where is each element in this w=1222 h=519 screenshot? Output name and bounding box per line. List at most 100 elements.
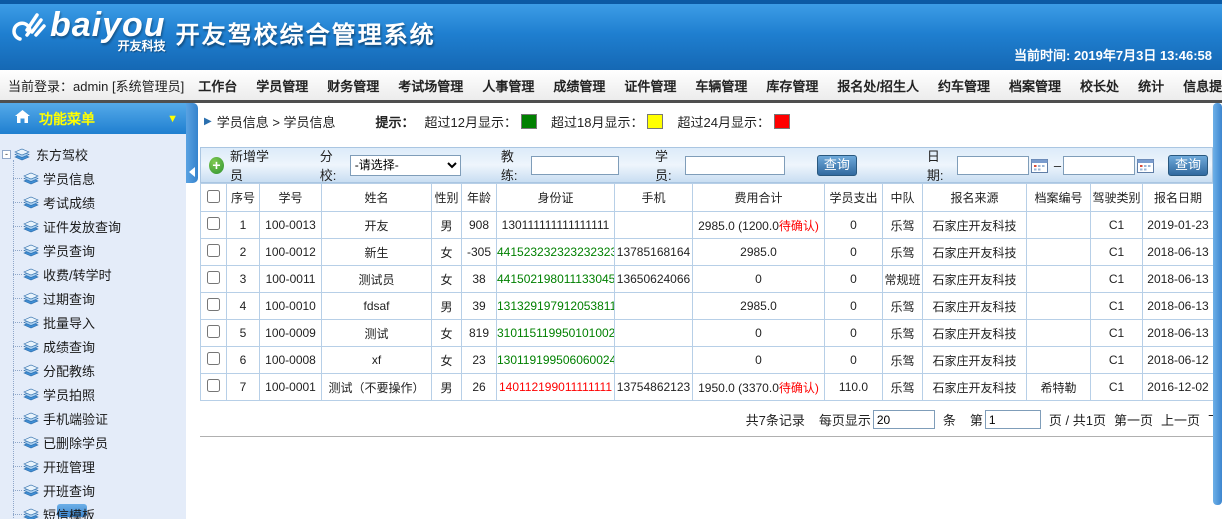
add-student-button[interactable]: 新增学员 — [230, 146, 276, 184]
menu-item[interactable]: 考试场管理 — [398, 76, 463, 95]
tree-connector — [13, 321, 22, 323]
student-no-cell: 100-0012 — [259, 238, 322, 266]
column-header: 手机 — [614, 183, 693, 212]
sidebar-item[interactable]: 分配教练 — [6, 358, 186, 382]
name-cell: fdsaf — [321, 292, 432, 320]
book-icon — [23, 291, 39, 305]
menu-item[interactable]: 库存管理 — [766, 76, 818, 95]
sidebar-collapse-handle[interactable] — [186, 103, 198, 183]
sidebar-item[interactable]: 证件发放查询 — [6, 214, 186, 238]
phone-cell: 13650624066 — [614, 265, 693, 293]
chevron-down-icon[interactable]: ▼ — [167, 113, 178, 125]
page-number-input[interactable] — [984, 410, 1041, 429]
menu-item[interactable]: 学员管理 — [256, 76, 308, 95]
fee-cell: 1950.0 (3370.0待确认) — [692, 373, 825, 401]
row-checkbox[interactable] — [207, 352, 220, 365]
book-icon — [23, 315, 39, 329]
page-suffix: 页 / 共1页 — [1048, 413, 1106, 428]
sidebar-item[interactable]: 开班管理 — [6, 454, 186, 478]
tree-expand-icon[interactable]: - — [2, 149, 11, 159]
spend-cell: 0 — [824, 238, 883, 266]
fee-cell: 0 — [692, 265, 825, 293]
color-legend: 超过12月显示： 超过18月显示： 超过24月显示： — [425, 112, 798, 131]
prev-page-link[interactable]: 上一页 — [1161, 410, 1200, 429]
column-header: 驾驶类别 — [1090, 183, 1143, 212]
sidebar-item[interactable]: 短信模板 — [6, 502, 186, 519]
tree-connector — [13, 489, 22, 491]
legend-item: 超过12月显示： — [425, 112, 538, 131]
select-all-checkbox[interactable] — [207, 189, 220, 203]
filter-toolbar: + 新增学员 分校: -请选择- 教练: 学员: 查询 日期: – 查询 — [200, 147, 1213, 183]
sidebar-item[interactable]: 学员拍照 — [6, 382, 186, 406]
archive-no-cell — [1026, 265, 1091, 293]
fee-cell: 0 — [692, 346, 825, 374]
source-cell: 石家庄开友科技 — [922, 319, 1027, 347]
tree-connector — [13, 513, 22, 515]
sidebar-item[interactable]: 收费/转学时 — [6, 262, 186, 286]
menu-item[interactable]: 约车管理 — [938, 76, 990, 95]
row-checkbox[interactable] — [207, 217, 220, 230]
menu-item[interactable]: 校长处 — [1080, 76, 1119, 95]
idcard-cell: 310115119950101002 — [496, 319, 615, 347]
row-checkbox[interactable] — [207, 244, 220, 257]
sidebar-item[interactable]: 已删除学员 — [6, 430, 186, 454]
idcard-cell: 441502198011133045 — [496, 265, 615, 293]
sidebar-item[interactable]: 考试成绩 — [6, 190, 186, 214]
menu-item[interactable]: 报名处/招生人 — [837, 76, 919, 95]
pagination-bar: 共7条记录 每页显示 条 第 页 / 共1页 第一页 上一页 下一页 — [200, 401, 1222, 437]
date-from-input[interactable] — [956, 155, 1029, 175]
archive-no-cell — [1026, 292, 1091, 320]
menu-item[interactable]: 成绩管理 — [553, 76, 605, 95]
age-cell: 908 — [461, 211, 497, 239]
name-cell: 新生 — [321, 238, 432, 266]
gender-cell: 男 — [431, 211, 462, 239]
fee-cell: 2985.0 (1200.0待确认) — [692, 211, 825, 239]
archive-no-cell — [1026, 319, 1091, 347]
search-button[interactable]: 查询 — [817, 154, 857, 176]
table-row: 2 100-0012 新生女 -305 441523232323232323 137851… — [200, 238, 1214, 266]
sidebar-item[interactable]: 学员信息 — [6, 166, 186, 190]
column-header: 姓名 — [321, 183, 432, 212]
sidebar-item[interactable]: 学员查询 — [6, 238, 186, 262]
add-icon[interactable]: + — [209, 156, 224, 174]
menu-item[interactable]: 证件管理 — [624, 76, 676, 95]
seq-cell: 5 — [226, 319, 260, 347]
menu-item[interactable]: 车辆管理 — [695, 76, 747, 95]
date-search-button[interactable]: 查询 — [1168, 154, 1208, 176]
sidebar-item[interactable]: 成绩查询 — [6, 334, 186, 358]
row-checkbox[interactable] — [207, 271, 220, 284]
menu-item[interactable]: 人事管理 — [482, 76, 534, 95]
sidebar-item[interactable]: 手机端验证 — [6, 406, 186, 430]
calendar-icon[interactable] — [1030, 157, 1048, 173]
coach-input[interactable] — [530, 155, 619, 175]
sidebar-item[interactable]: 批量导入 — [6, 310, 186, 334]
student-no-cell: 100-0008 — [259, 346, 322, 374]
vertical-scrollbar[interactable] — [1213, 103, 1222, 505]
menu-item[interactable]: 财务管理 — [327, 76, 379, 95]
first-page-link[interactable]: 第一页 — [1114, 410, 1153, 429]
menu-item[interactable]: 档案管理 — [1009, 76, 1061, 95]
tree-connector — [13, 177, 22, 179]
sidebar-item[interactable]: 过期查询 — [6, 286, 186, 310]
gender-cell: 女 — [431, 346, 462, 374]
legend-swatch — [773, 113, 790, 129]
row-checkbox[interactable] — [207, 379, 220, 392]
table-body: 1 100-0013 开友男 908 130111111111111111 2985.0 … — [200, 211, 1214, 401]
menu-item[interactable]: 统计 — [1138, 76, 1164, 95]
row-checkbox[interactable] — [207, 325, 220, 338]
sidebar-header[interactable]: 功能菜单 ▼ — [0, 103, 186, 134]
calendar-icon[interactable] — [1137, 157, 1155, 173]
menu-item[interactable]: 工作台 — [198, 76, 237, 95]
date-to-input[interactable] — [1063, 155, 1136, 175]
menu-item[interactable]: 信息提醒 — [1183, 76, 1222, 95]
per-page-input[interactable] — [872, 410, 935, 429]
legend-label: 超过24月显示： — [677, 114, 770, 130]
branch-select[interactable]: -请选择- — [349, 154, 461, 176]
row-checkbox[interactable] — [207, 298, 220, 311]
sidebar-item[interactable]: - 东方驾校 — [2, 142, 186, 166]
page-title: 开友驾校综合管理系统 — [175, 22, 436, 49]
student-input[interactable] — [685, 155, 786, 175]
sidebar-item[interactable]: 开班查询 — [6, 478, 186, 502]
coach-label: 教练: — [500, 149, 518, 183]
license-type-cell: C1 — [1090, 211, 1143, 239]
